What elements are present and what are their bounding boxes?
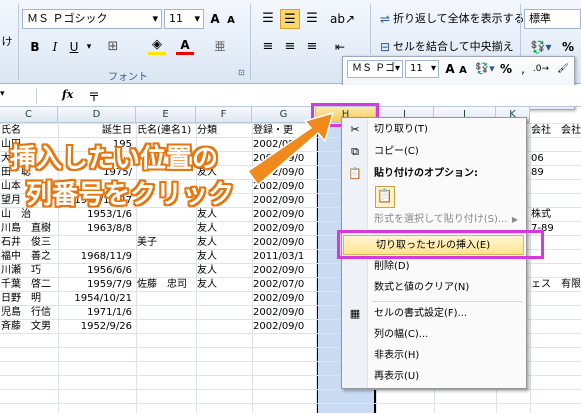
excel-window: け ＭＳ Ｐゴシック ▾ 11 ▾ A A B I U ▾ ⊞ ◈ A 亜 フォ… bbox=[0, 0, 581, 413]
callout-line-2: 列番号をクリック bbox=[26, 180, 235, 210]
arrow-shape bbox=[246, 111, 335, 187]
callout-line-1: 挿入したい位置の bbox=[10, 144, 219, 174]
